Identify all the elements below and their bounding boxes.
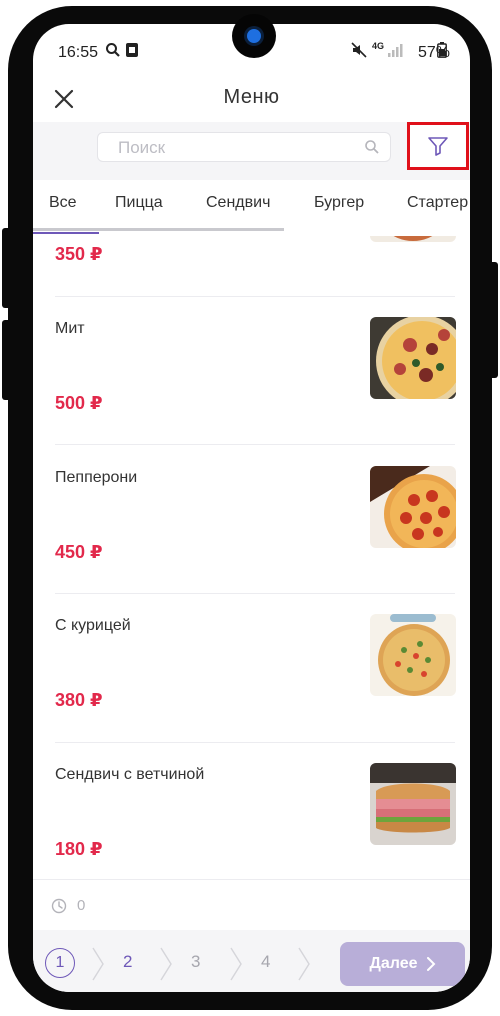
menu-item-price: 180 ₽: [55, 839, 103, 859]
next-button-label: Далее: [369, 955, 418, 972]
menu-item-price: 450 ₽: [55, 542, 103, 562]
tab-all[interactable]: Все: [49, 194, 77, 212]
menu-item-image-previous: [370, 236, 456, 242]
app-header: Меню: [33, 80, 470, 128]
status-time: 16:55: [58, 44, 99, 61]
notification-status-icon: [125, 42, 139, 62]
order-stepper: 1 2 3 4 Далее: [33, 930, 470, 992]
search-icon[interactable]: [364, 139, 380, 155]
next-button[interactable]: Далее: [340, 942, 465, 986]
menu-item-price: 350 ₽: [55, 244, 103, 264]
search-bar: [33, 122, 470, 180]
chevron-right-icon: [160, 947, 172, 981]
filter-button[interactable]: [407, 122, 469, 170]
app-screen: 16:55 4G 57% Меню Поиск Все Пицца Сендви…: [33, 24, 470, 992]
menu-item-name: Пепперони: [55, 469, 138, 486]
chevron-right-icon: [92, 947, 104, 981]
category-tabs: Все Пицца Сендвич Бургер Стартер: [33, 180, 470, 236]
divider: [55, 444, 455, 445]
chicken-pizza-image: [370, 614, 456, 696]
chevron-right-icon: [298, 947, 310, 981]
divider: [55, 593, 455, 594]
search-input[interactable]: [116, 136, 360, 160]
chevron-right-icon: [230, 947, 242, 981]
tab-starter[interactable]: Стартер: [407, 194, 468, 212]
menu-list[interactable]: 350 ₽ Мит 500 ₽ Пепперони 450 ₽ С курице…: [33, 236, 470, 878]
step-4[interactable]: 4: [261, 952, 270, 972]
timer-value: 0: [77, 897, 86, 914]
mute-icon: [351, 42, 367, 62]
divider: [55, 296, 455, 297]
step-3[interactable]: 3: [191, 952, 200, 972]
ham-sandwich-image: [370, 763, 456, 845]
tabs-scrollbar[interactable]: [33, 228, 284, 231]
tab-burger[interactable]: Бургер: [314, 194, 364, 212]
menu-item-price: 380 ₽: [55, 690, 103, 710]
filter-icon: [428, 137, 448, 156]
battery-icon: [437, 42, 447, 62]
menu-item-price: 500 ₽: [55, 393, 103, 413]
menu-item-name: Мит: [55, 320, 85, 337]
menu-item-name: Сендвич с ветчиной: [55, 766, 205, 783]
menu-item-name: С курицей: [55, 617, 131, 634]
search-box[interactable]: [97, 132, 391, 162]
clock-icon: [51, 898, 67, 914]
footer-divider: [33, 879, 470, 880]
network-type-icon: 4G: [372, 41, 385, 51]
tab-pizza[interactable]: Пицца: [115, 194, 163, 212]
pepperoni-pizza-image: [370, 466, 456, 548]
timer-row: 0: [33, 882, 470, 930]
signal-icon: [387, 42, 403, 62]
page-title: Меню: [223, 86, 280, 108]
divider: [55, 742, 455, 743]
chevron-right-icon: [426, 957, 435, 971]
meat-pizza-image: [370, 317, 456, 399]
active-tab-indicator: [33, 232, 99, 234]
step-1-current[interactable]: 1: [45, 948, 75, 978]
front-camera: [232, 14, 276, 58]
step-2[interactable]: 2: [123, 952, 132, 972]
search-status-icon: [105, 42, 121, 62]
tab-sandwich[interactable]: Сендвич: [206, 194, 270, 212]
